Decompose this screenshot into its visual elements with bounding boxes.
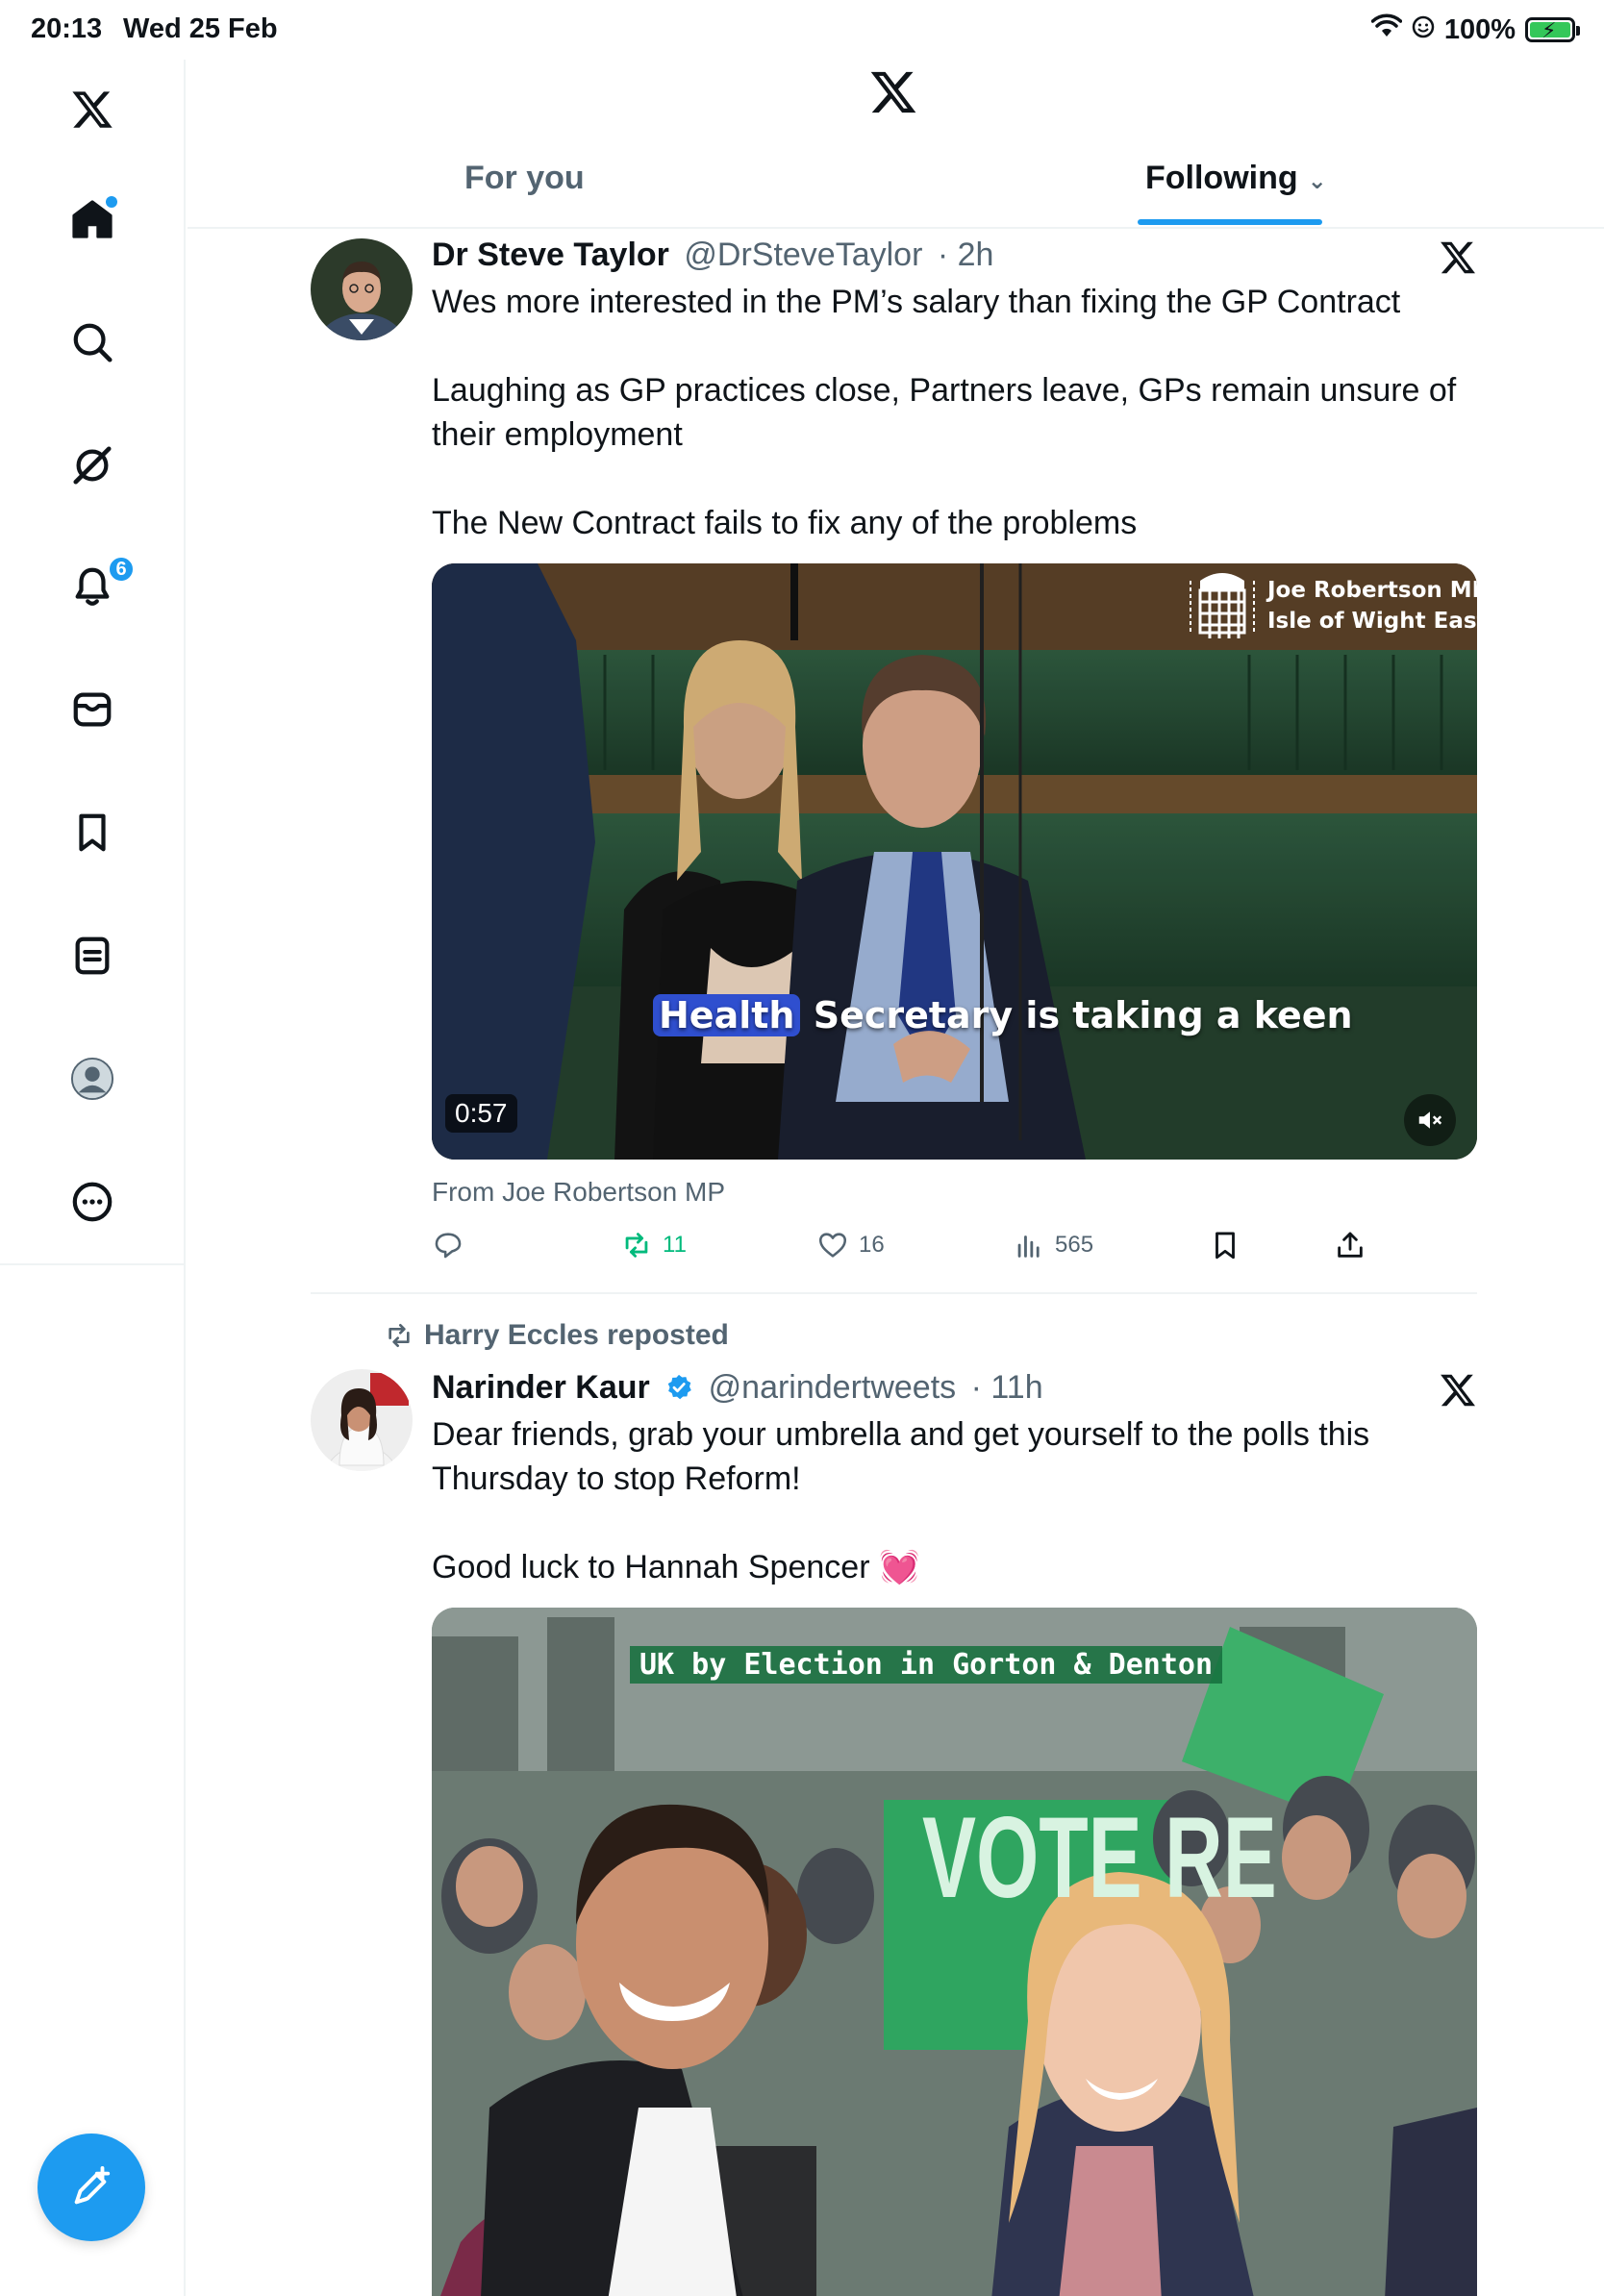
- status-time: 20:13: [31, 13, 103, 44]
- bookmark-icon: [1216, 1232, 1235, 1260]
- status-bar: 20:13 Wed 25 Feb 100% ⚡: [0, 0, 1604, 60]
- tab-for-you[interactable]: For you: [464, 160, 585, 229]
- image-frame: [432, 1608, 1477, 2296]
- tweet-text-line: Laughing as GP practices close, Partners…: [432, 372, 1457, 453]
- video-duration: 0:57: [445, 1094, 517, 1133]
- active-tab-indicator: [1138, 219, 1322, 225]
- video-frame: [432, 563, 1477, 1160]
- channel-overlay: Joe Robertson MP Isle of Wight East: [1189, 563, 1477, 650]
- like-count: 16: [859, 1232, 885, 1258]
- repost-button[interactable]: 11: [620, 1229, 687, 1261]
- compose-button[interactable]: [38, 2134, 145, 2241]
- repost-context[interactable]: Harry Eccles reposted: [384, 1319, 729, 1352]
- avatar[interactable]: [311, 238, 413, 340]
- tweet-time[interactable]: · 11h: [971, 1369, 1043, 1406]
- caption-highlight: Health: [653, 994, 801, 1036]
- overlay-mp-name: Joe Robertson MP: [1267, 578, 1477, 603]
- verified-badge-icon: [667, 1374, 691, 1400]
- reply-button[interactable]: [432, 1229, 464, 1261]
- sidebar: 6: [0, 60, 186, 2296]
- views-button[interactable]: 565: [1013, 1229, 1093, 1261]
- notifications-badge: 6: [108, 556, 135, 583]
- notifications-icon[interactable]: 6: [63, 556, 135, 615]
- tweet-header: Narinder Kaur @narindertweets · 11h: [432, 1369, 1043, 1407]
- chevron-down-icon: ⌄: [1307, 168, 1327, 194]
- tweet-text: Dear friends, grab your umbrella and get…: [432, 1412, 1477, 1589]
- x-logo-icon: [870, 71, 916, 113]
- tweet-header: Dr Steve Taylor @DrSteveTaylor · 2h: [432, 237, 993, 274]
- more-icon[interactable]: [63, 1173, 121, 1231]
- x-logo-icon[interactable]: [63, 81, 121, 138]
- views-icon: [1017, 1235, 1040, 1258]
- vote-sign-text: VOTE RE: [922, 1793, 1277, 1922]
- heart-icon: [818, 1233, 847, 1258]
- tweet-text-line: The New Contract fails to fix any of the…: [432, 505, 1138, 541]
- caption-rest: Secretary is taking a keen: [800, 994, 1353, 1036]
- tab-label: For you: [464, 160, 585, 196]
- home-icon[interactable]: [63, 190, 121, 248]
- tweet-text-line: Wes more interested in the PM’s salary t…: [432, 284, 1401, 320]
- tweet-actions: 11 16 565: [432, 1229, 1477, 1277]
- timeline-header: For you Following ⌄: [188, 60, 1604, 229]
- tab-label: Following: [1145, 160, 1298, 196]
- like-button[interactable]: 16: [816, 1229, 885, 1261]
- x-logo-icon: [1441, 1374, 1475, 1407]
- focus-smiley-icon: [1412, 14, 1435, 46]
- sidebar-divider: [0, 1263, 186, 1265]
- reply-icon: [435, 1233, 462, 1259]
- avatar[interactable]: [311, 1369, 413, 1471]
- repost-count: 11: [663, 1232, 687, 1258]
- overlay-constituency: Isle of Wight East: [1267, 609, 1477, 634]
- home-unread-dot: [106, 196, 117, 208]
- author-name[interactable]: Narinder Kaur: [432, 1369, 650, 1406]
- image-banner: UK by Election in Gorton & Denton: [630, 1646, 1223, 1684]
- tweet-time[interactable]: · 2h: [938, 237, 994, 273]
- author-name[interactable]: Dr Steve Taylor: [432, 237, 669, 273]
- tweet-video[interactable]: Joe Robertson MP Isle of Wight East Heal…: [432, 563, 1477, 1160]
- x-logo-icon: [1441, 241, 1475, 274]
- mute-button[interactable]: [1404, 1094, 1456, 1146]
- overlay-text: Joe Robertson MP Isle of Wight East: [1267, 575, 1477, 636]
- wifi-icon: [1370, 13, 1403, 46]
- video-source[interactable]: From Joe Robertson MP: [432, 1177, 725, 1208]
- repost-icon: [388, 1324, 410, 1347]
- messages-icon[interactable]: [63, 681, 121, 738]
- tweet[interactable]: Dr Steve Taylor @DrSteveTaylor · 2h Wes …: [311, 237, 1477, 1294]
- views-count: 565: [1055, 1232, 1094, 1258]
- portcullis-logo-icon: [1190, 573, 1255, 638]
- profile-icon[interactable]: [63, 1050, 121, 1108]
- author-handle[interactable]: @narindertweets: [709, 1369, 957, 1406]
- repost-label: Harry Eccles reposted: [424, 1319, 729, 1351]
- tweet-divider: [311, 1292, 1477, 1294]
- tweet[interactable]: Harry Eccles reposted Narinder Kaur @nar…: [311, 1319, 1477, 2296]
- video-caption: Health Secretary is taking a keen: [653, 994, 1353, 1036]
- battery-icon: ⚡: [1525, 17, 1580, 42]
- grok-icon[interactable]: [63, 437, 121, 494]
- battery-percent: 100%: [1443, 13, 1516, 45]
- share-icon: [1338, 1232, 1363, 1258]
- mute-icon: [1418, 1111, 1442, 1129]
- status-indicators: 100% ⚡: [1370, 13, 1580, 46]
- tweet-text-line: Good luck to Hannah Spencer 💓: [432, 1549, 920, 1585]
- tweet-text-line: Dear friends, grab your umbrella and get…: [432, 1416, 1370, 1497]
- lists-icon[interactable]: [63, 927, 121, 985]
- repost-icon: [625, 1233, 648, 1258]
- status-date: Wed 25 Feb: [123, 13, 278, 44]
- compose-feather-icon: [74, 2165, 111, 2205]
- author-handle[interactable]: @DrSteveTaylor: [684, 237, 922, 273]
- tweet-image[interactable]: UK by Election in Gorton & Denton VOTE R…: [432, 1608, 1477, 2296]
- search-icon[interactable]: [63, 313, 121, 371]
- bookmarks-icon[interactable]: [63, 804, 121, 861]
- share-button[interactable]: [1334, 1229, 1366, 1261]
- tweet-text: Wes more interested in the PM’s salary t…: [432, 280, 1477, 545]
- bookmark-button[interactable]: [1209, 1229, 1241, 1261]
